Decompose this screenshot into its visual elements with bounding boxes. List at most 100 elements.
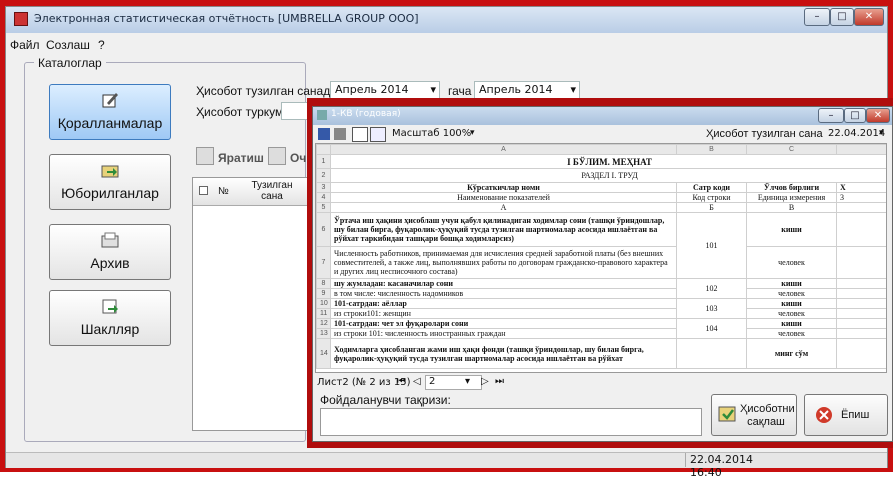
- nav-forms-label: Шаклляр: [80, 321, 140, 337]
- report-close-button[interactable]: ✕: [866, 108, 890, 123]
- table-row: 7 Численность работников, принимаемая дл…: [316, 246, 886, 279]
- comment-input[interactable]: [320, 408, 702, 436]
- page-dropdown-icon[interactable]: ▾: [465, 376, 470, 387]
- nav-sent-label: Юборилганлар: [61, 185, 159, 201]
- maximize-button[interactable]: □: [830, 8, 854, 26]
- row-unit: киши: [746, 318, 837, 329]
- save-icon[interactable]: [318, 128, 330, 140]
- create-button[interactable]: Яратиш: [218, 151, 264, 165]
- row-number: 1: [316, 154, 331, 169]
- layout-view-icon[interactable]: [370, 127, 386, 142]
- zoom-dropdown-icon[interactable]: ▾: [470, 128, 475, 138]
- print-icon[interactable]: [334, 128, 346, 140]
- grid-col-no: №: [218, 186, 229, 197]
- forms-icon: [102, 299, 118, 314]
- nav-archive-button[interactable]: Архив: [49, 224, 171, 280]
- table-row: 9 в том числе: численность надомников че…: [316, 288, 886, 299]
- value-cell[interactable]: [836, 298, 886, 309]
- from-date-select[interactable]: Апрель 2014 ▾: [330, 81, 440, 99]
- value-cell[interactable]: [836, 278, 886, 289]
- sheet-navigator: Лист2 (№ 2 из 15) ⏮ ◁ 2 ▾ ▷ ⏭: [315, 375, 887, 391]
- comment-label: Фойдаланувчи тақризи:: [320, 393, 451, 407]
- nav-drafts-label: Қоралланмалар: [57, 115, 163, 131]
- exit-button[interactable]: Ёпиш: [804, 394, 888, 436]
- menu-file[interactable]: Файл: [10, 38, 40, 52]
- table-row: 14 Ходимларга ҳисобланган жами иш ҳақи ф…: [316, 338, 886, 369]
- to-date-select[interactable]: Апрель 2014 ▾: [474, 81, 580, 99]
- row-text: Ўртача иш ҳақини ҳисоблаш учун қабул қил…: [330, 212, 677, 247]
- date-dropdown-icon[interactable]: ▾: [879, 128, 884, 138]
- next-page-icon[interactable]: ▷: [481, 376, 489, 387]
- value-cell[interactable]: [836, 246, 886, 279]
- row-number: 11: [316, 308, 331, 319]
- row-number: 14: [316, 338, 331, 369]
- select-all-checkbox[interactable]: [199, 186, 208, 195]
- menu-bar: Файл Созлаш ?: [6, 38, 886, 58]
- row-number: 12: [316, 318, 331, 329]
- menu-help[interactable]: ?: [98, 38, 105, 52]
- report-minimize-button[interactable]: –: [818, 108, 844, 123]
- row-unit: киши: [746, 212, 837, 247]
- row-code: 103: [676, 298, 747, 319]
- value-cell[interactable]: [836, 308, 886, 319]
- save-report-button[interactable]: Ҳисоботни сақлаш: [711, 394, 797, 436]
- value-cell[interactable]: [836, 328, 886, 339]
- grid-view-icon[interactable]: [352, 127, 368, 142]
- zoom-select[interactable]: Масштаб 100%: [392, 128, 471, 139]
- page-input[interactable]: 2: [425, 375, 482, 390]
- row-number: 2: [316, 168, 331, 183]
- row-text: в том числе: численность надомников: [330, 288, 677, 299]
- folder-arrow-icon: [101, 165, 119, 178]
- report-sheet[interactable]: A B C 1 I БЎЛИМ. МЕҲНАТ 2 РАЗДЕЛ I. ТРУД…: [315, 143, 887, 373]
- value-cell[interactable]: [836, 288, 886, 299]
- row-text: Ходимларга ҳисобланган жами иш ҳақи фонд…: [330, 338, 677, 369]
- close-button[interactable]: ✕: [854, 8, 884, 26]
- value-cell[interactable]: [836, 338, 886, 369]
- row-code: 101: [676, 212, 747, 279]
- row-code: 102: [676, 278, 747, 299]
- report-app-icon: [317, 110, 327, 120]
- row-number: 13: [316, 328, 331, 339]
- from-label: Ҳисобот тузилган санадан: [196, 84, 344, 98]
- first-page-icon[interactable]: ⏮: [397, 376, 406, 387]
- open-button[interactable]: Оч: [290, 151, 306, 165]
- row-text: шу жумладан: касаначилар сони: [330, 278, 677, 289]
- header-letter-b: Б: [676, 202, 747, 213]
- header-name-uz: Кўрсаткичлар номи: [330, 182, 677, 193]
- table-row: 3 Кўрсаткичлар номи Сатр коди Ўлчов бирл…: [316, 182, 886, 193]
- app-icon: [14, 12, 28, 26]
- report-maximize-button[interactable]: □: [844, 108, 866, 123]
- col-letter-extra: [836, 144, 886, 155]
- table-row: 12 101-сатрдан: чет эл фуқаролари сони 1…: [316, 318, 886, 339]
- menu-connect[interactable]: Созлаш: [46, 38, 90, 52]
- header-extra-num: 3: [836, 192, 886, 203]
- nav-sent-button[interactable]: Юборилганлар: [49, 154, 171, 210]
- row-text: из строки101: женщин: [330, 308, 677, 319]
- minimize-button[interactable]: –: [804, 8, 830, 26]
- table-row: 13 из строки 101: численность иностранны…: [316, 328, 886, 339]
- row-number: 4: [316, 192, 331, 203]
- row-unit: человек: [746, 308, 837, 319]
- nav-forms-button[interactable]: Шаклляр: [49, 290, 171, 346]
- section-subtitle: РАЗДЕЛ I. ТРУД: [330, 168, 886, 183]
- reports-grid[interactable]: [192, 177, 314, 431]
- nav-drafts-button[interactable]: Қоралланмалар: [49, 84, 171, 140]
- row-unit: человек: [746, 328, 837, 339]
- last-page-icon[interactable]: ⏭: [495, 376, 504, 387]
- row-number: 8: [316, 278, 331, 289]
- type-select[interactable]: [281, 102, 309, 120]
- calendar-dropdown-icon: ▾: [430, 83, 436, 96]
- archive-folder-icon: [101, 232, 119, 248]
- row-unit: человек: [746, 288, 837, 299]
- report-date-label: Ҳисобот тузилган сана: [706, 128, 823, 140]
- value-cell[interactable]: [836, 318, 886, 329]
- calendar-dropdown-icon: ▾: [570, 83, 576, 96]
- value-cell[interactable]: [836, 212, 886, 247]
- report-date-value[interactable]: 22.04.2014: [828, 128, 885, 139]
- prev-page-icon[interactable]: ◁: [413, 376, 421, 387]
- save-report-label: Ҳисоботни сақлаш: [740, 403, 795, 428]
- table-row: 11 из строки101: женщин человек: [316, 308, 886, 319]
- table-row: 10 101-сатрдан: аёллар 103 киши: [316, 298, 886, 319]
- table-row: 6 Ўртача иш ҳақини ҳисоблаш учун қабул қ…: [316, 212, 886, 279]
- section-title: I БЎЛИМ. МЕҲНАТ: [330, 154, 886, 169]
